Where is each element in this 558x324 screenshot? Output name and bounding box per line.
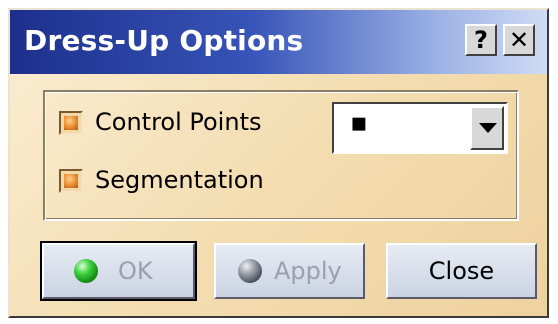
close-button-label: Close [428, 257, 495, 285]
green-ball-icon [74, 259, 98, 283]
ok-button-label: OK [118, 257, 153, 285]
dress-up-options-dialog: Dress-Up Options ? ✕ Control Points Segm… [8, 8, 549, 318]
help-button[interactable]: ? [465, 24, 497, 56]
segmentation-label: Segmentation [95, 166, 264, 194]
close-window-button[interactable]: ✕ [503, 24, 535, 56]
marker-style-dropdown[interactable]: ▪ [332, 102, 508, 154]
segmentation-checkbox[interactable] [59, 169, 83, 193]
ok-button[interactable]: OK [40, 241, 197, 301]
dropdown-arrow-icon[interactable] [470, 106, 504, 150]
close-icon: ✕ [508, 26, 530, 54]
options-group: Control Points Segmentation ▪ [43, 90, 519, 221]
checkbox-checked-icon [64, 116, 78, 130]
title-bar: Dress-Up Options ? ✕ [10, 10, 547, 74]
close-button[interactable]: Close [386, 243, 537, 299]
control-points-checkbox[interactable] [59, 111, 83, 135]
apply-button-label: Apply [274, 257, 342, 285]
gray-ball-icon [238, 259, 262, 283]
marker-style-value: ▪ [350, 108, 368, 138]
help-icon: ? [474, 26, 488, 54]
control-points-label: Control Points [95, 108, 262, 136]
apply-button[interactable]: Apply [214, 243, 365, 299]
dialog-title: Dress-Up Options [24, 24, 304, 57]
checkbox-checked-icon [64, 174, 78, 188]
